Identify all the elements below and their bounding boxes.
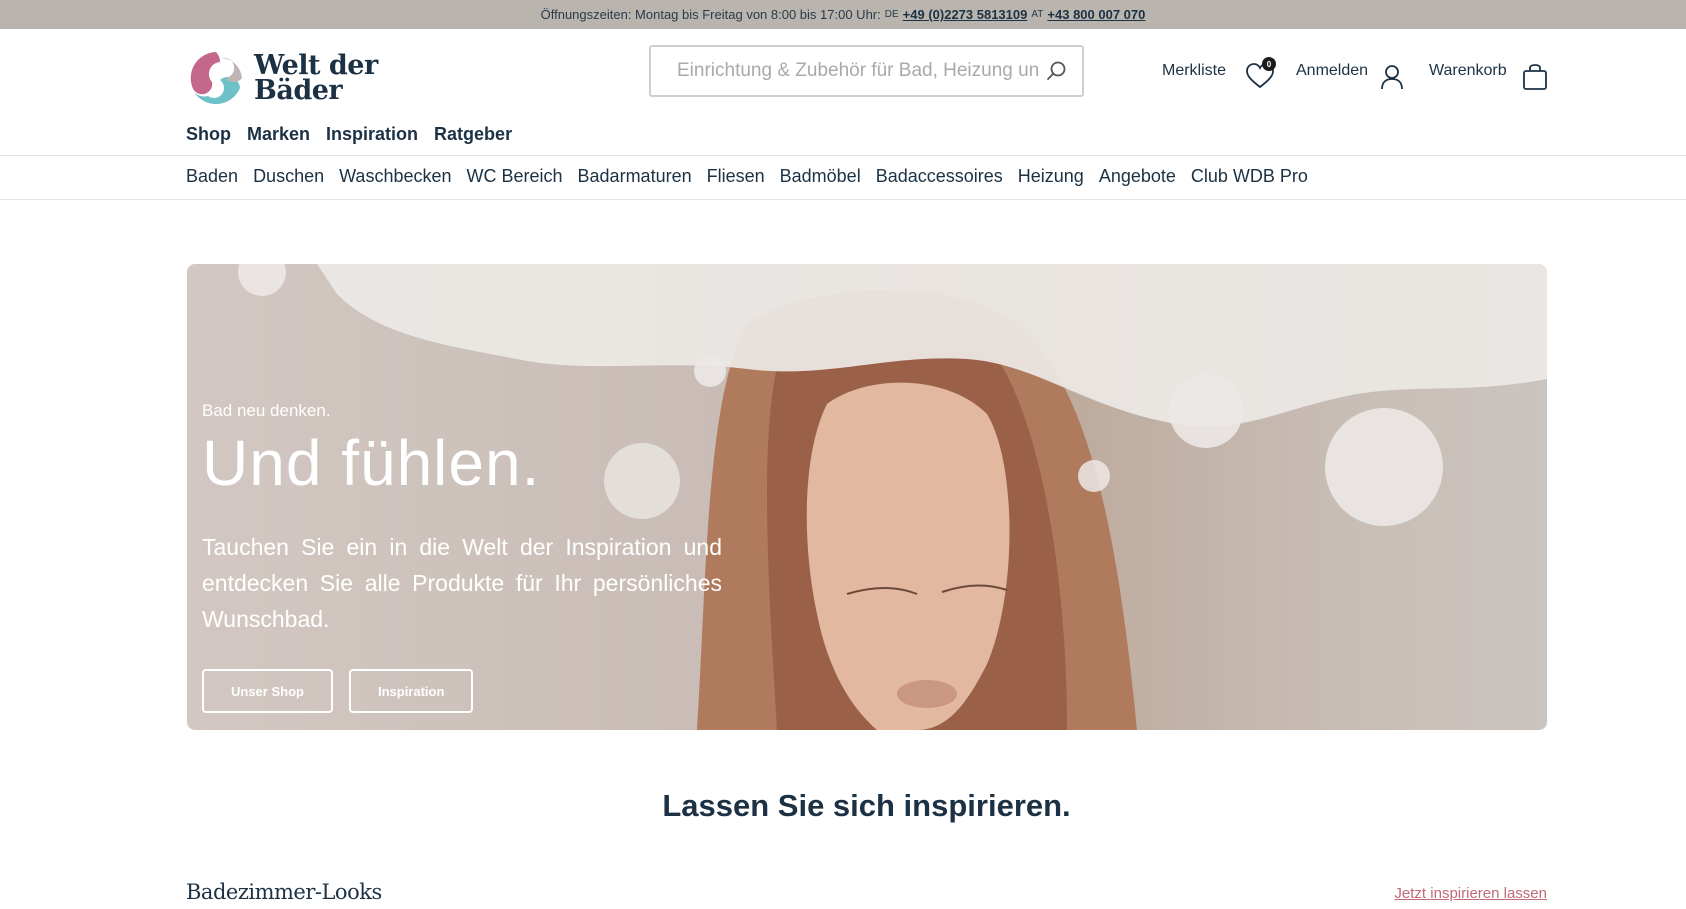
- category-nav: Baden Duschen Waschbecken WC Bereich Bad…: [186, 166, 1308, 187]
- login-link[interactable]: Anmelden: [1296, 62, 1368, 80]
- inspiration-button[interactable]: Inspiration: [348, 669, 474, 713]
- logo-line-2: Bäder: [254, 75, 343, 106]
- search-box: [649, 45, 1084, 97]
- category-heizung[interactable]: Heizung: [1018, 166, 1084, 187]
- category-wc-bereich[interactable]: WC Bereich: [467, 166, 563, 187]
- hero-buttons: Unser Shop Inspiration: [202, 669, 474, 713]
- hero-banner: Bad neu denken. Und fühlen. Tauchen Sie …: [187, 264, 1547, 730]
- mainnav-ratgeber[interactable]: Ratgeber: [434, 124, 512, 145]
- login-label: Anmelden: [1296, 62, 1369, 79]
- opening-hours-bar: Öffnungszeiten: Montag bis Freitag von 8…: [0, 0, 1686, 29]
- site-logo[interactable]: Welt der Bäder: [186, 46, 396, 110]
- looks-title: Badezimmer-Looks: [186, 880, 382, 904]
- category-fliesen[interactable]: Fliesen: [707, 166, 765, 187]
- country-at-label: AT: [1031, 9, 1044, 20]
- opening-hours-text: Öffnungszeiten: Montag bis Freitag von 8…: [540, 7, 881, 22]
- mainnav-marken[interactable]: Marken: [247, 124, 310, 145]
- search-icon[interactable]: [1046, 60, 1068, 82]
- cart-link[interactable]: Warenkorb: [1429, 62, 1507, 80]
- category-club-wdb-pro[interactable]: Club WDB Pro: [1191, 166, 1308, 187]
- hero-kicker: Bad neu denken.: [202, 401, 331, 420]
- category-duschen[interactable]: Duschen: [253, 166, 324, 187]
- category-badarmaturen[interactable]: Badarmaturen: [578, 166, 692, 187]
- shopping-bag-icon[interactable]: [1522, 63, 1548, 91]
- phone-at-link[interactable]: +43 800 007 070: [1047, 7, 1145, 22]
- wishlist-label: Merkliste: [1162, 62, 1227, 79]
- main-nav: Shop Marken Inspiration Ratgeber: [186, 124, 512, 145]
- hero-description: Tauchen Sie ein in die Welt der Inspirat…: [202, 534, 722, 632]
- inspire-me-link[interactable]: Jetzt inspirieren lassen: [1394, 885, 1547, 902]
- section-title: Lassen Sie sich inspirieren.: [662, 788, 1071, 823]
- wishlist-count-badge: 0: [1262, 57, 1276, 71]
- cart-label: Warenkorb: [1429, 62, 1507, 79]
- mainnav-shop[interactable]: Shop: [186, 124, 231, 145]
- category-baden[interactable]: Baden: [186, 166, 238, 187]
- logo-wordmark: Welt der Bäder: [254, 52, 378, 106]
- category-badaccessoires[interactable]: Badaccessoires: [876, 166, 1003, 187]
- hero-text-block: Bad neu denken. Und fühlen. Tauchen Sie …: [202, 401, 722, 637]
- phone-de-link[interactable]: +49 (0)2273 5813109: [903, 7, 1028, 22]
- category-waschbecken[interactable]: Waschbecken: [339, 166, 451, 187]
- wishlist-link[interactable]: Merkliste: [1162, 62, 1226, 80]
- country-de-label: DE: [884, 9, 899, 20]
- logo-mark-icon: [190, 52, 242, 105]
- user-icon[interactable]: [1380, 64, 1404, 90]
- mainnav-inspiration[interactable]: Inspiration: [326, 124, 418, 145]
- hero-title: Und fühlen.: [202, 427, 541, 499]
- category-angebote[interactable]: Angebote: [1099, 166, 1176, 187]
- unser-shop-button[interactable]: Unser Shop: [202, 669, 333, 713]
- search-input[interactable]: [677, 60, 1046, 82]
- category-badmoebel[interactable]: Badmöbel: [780, 166, 861, 187]
